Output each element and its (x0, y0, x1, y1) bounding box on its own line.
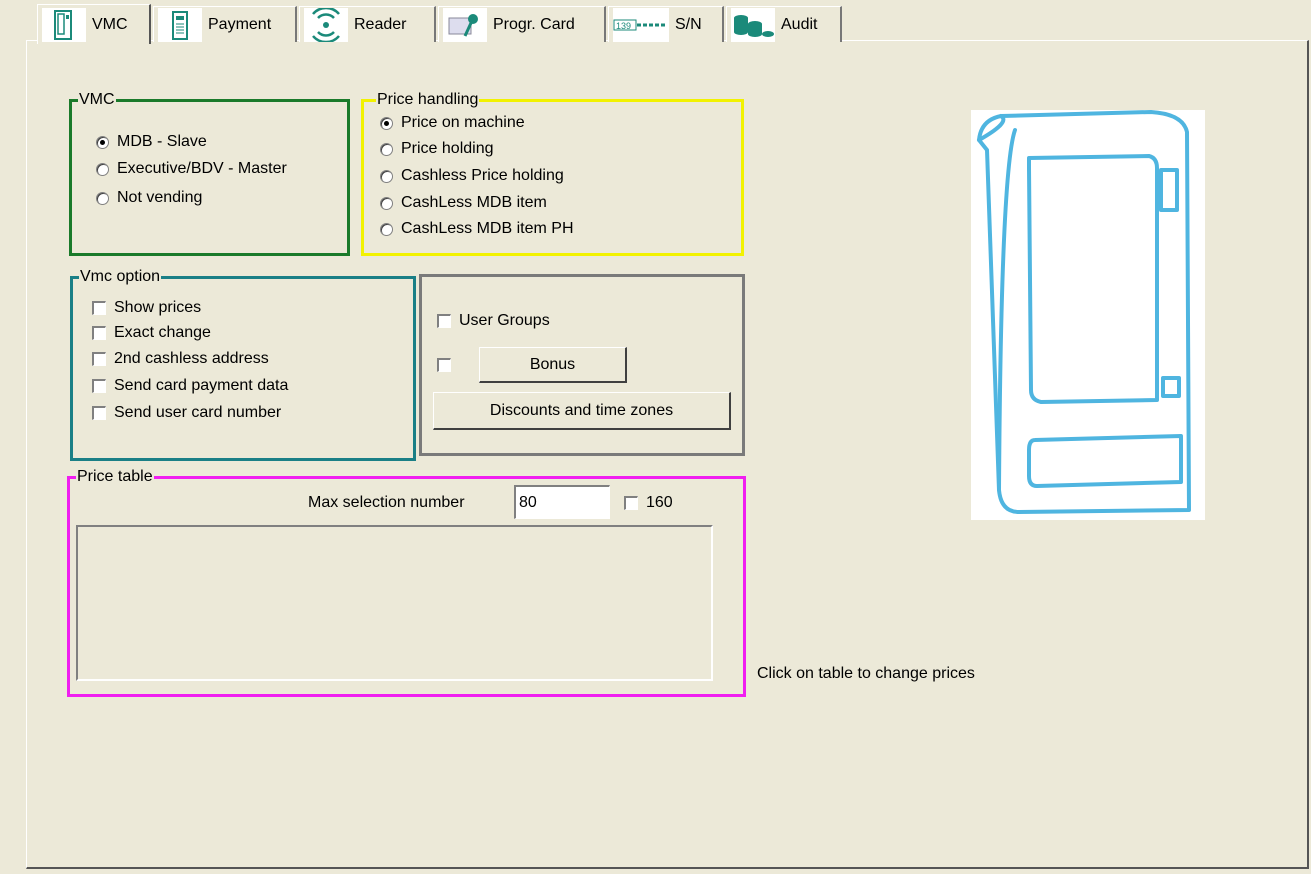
checkbox-send-user-card-number[interactable]: Send user card number (92, 404, 281, 422)
max-selection-input[interactable] (514, 485, 610, 519)
checkbox-label: 160 (646, 494, 673, 511)
radio-label: Executive/BDV - Master (117, 160, 287, 177)
price-table-hint: Click on table to change prices (757, 665, 975, 682)
tab-sn[interactable]: 139 S/N (608, 6, 724, 42)
price-table-title: Price table (76, 468, 154, 486)
radio-label: Not vending (117, 189, 203, 206)
radio-label: Price holding (401, 140, 494, 157)
radio-button[interactable] (96, 135, 109, 149)
serial-tape-icon: 139 (613, 7, 669, 42)
checkbox-bonus-enable[interactable] (437, 358, 451, 372)
radio-label: MDB - Slave (117, 133, 207, 150)
checkbox[interactable] (92, 352, 106, 366)
checkbox-exact-change[interactable]: Exact change (92, 324, 211, 342)
checkbox-send-card-payment-data[interactable]: Send card payment data (92, 377, 288, 395)
checkbox-label: Exact change (114, 324, 211, 341)
vending-machine-illustration (971, 110, 1205, 520)
checkbox-label: 2nd cashless address (114, 350, 269, 367)
radio-price-holding[interactable]: Price holding (380, 140, 494, 158)
checkbox[interactable] (92, 379, 106, 393)
checkbox[interactable] (437, 314, 451, 328)
tab-audit[interactable]: Audit (726, 6, 842, 42)
radio-cashless-price-holding[interactable]: Cashless Price holding (380, 167, 564, 185)
checkbox[interactable] (624, 496, 638, 510)
radio-button[interactable] (380, 169, 393, 183)
radio-not-vending[interactable]: Not vending (96, 189, 202, 207)
tab-vmc[interactable]: VMC (37, 4, 151, 44)
tab-progr-card-label: Progr. Card (493, 15, 575, 33)
price-table-grid[interactable] (76, 525, 713, 681)
coins-stack-icon (731, 7, 775, 42)
bonus-button[interactable]: Bonus (479, 347, 627, 383)
vending-machine-icon (42, 7, 86, 42)
vmc-option-title: Vmc option (79, 268, 162, 286)
contactless-icon (304, 7, 348, 42)
checkbox-160[interactable]: 160 (624, 494, 673, 512)
checkbox-user-groups[interactable]: User Groups (437, 312, 550, 330)
radio-button[interactable] (96, 162, 109, 176)
tab-payment[interactable]: Payment (153, 6, 297, 42)
checkbox-label: User Groups (459, 312, 550, 329)
radio-label: Cashless Price holding (401, 167, 564, 184)
discounts-and-time-zones-button[interactable]: Discounts and time zones (433, 392, 731, 430)
svg-text:139: 139 (616, 21, 631, 31)
checkbox-2nd-cashless-address[interactable]: 2nd cashless address (92, 350, 269, 368)
price-handling-title: Price handling (376, 91, 480, 109)
checkbox[interactable] (92, 406, 106, 420)
radio-cashless-mdb-item[interactable]: CashLess MDB item (380, 194, 547, 212)
radio-cashless-mdb-item-ph[interactable]: CashLess MDB item PH (380, 220, 574, 238)
radio-button[interactable] (380, 196, 393, 210)
radio-label: Price on machine (401, 114, 525, 131)
coin-changer-icon (158, 7, 202, 42)
radio-price-on-machine[interactable]: Price on machine (380, 114, 525, 132)
checkbox[interactable] (92, 326, 106, 340)
checkbox-show-prices[interactable]: Show prices (92, 299, 201, 317)
tab-audit-label: Audit (781, 15, 818, 33)
tab-sn-label: S/N (675, 15, 702, 33)
tab-progr-card[interactable]: Progr. Card (438, 6, 606, 42)
tab-vmc-label: VMC (92, 15, 128, 33)
tab-payment-label: Payment (208, 15, 272, 33)
checkbox[interactable] (437, 358, 451, 372)
radio-button[interactable] (380, 222, 393, 236)
vmc-group-title: VMC (78, 91, 116, 109)
radio-button[interactable] (380, 142, 393, 156)
tab-reader-label: Reader (354, 15, 407, 33)
checkbox-label: Show prices (114, 299, 202, 316)
radio-mdb-slave[interactable]: MDB - Slave (96, 133, 207, 151)
radio-label: CashLess MDB item PH (401, 220, 574, 237)
radio-button[interactable] (96, 191, 109, 205)
radio-label: CashLess MDB item (401, 194, 547, 211)
radio-executive-bdv-master[interactable]: Executive/BDV - Master (96, 160, 287, 178)
tab-reader[interactable]: Reader (299, 6, 436, 42)
max-selection-label: Max selection number (308, 494, 465, 511)
card-key-icon (443, 7, 487, 42)
checkbox[interactable] (92, 301, 106, 315)
checkbox-label: Send card payment data (114, 377, 289, 394)
checkbox-label: Send user card number (114, 404, 282, 421)
radio-button[interactable] (380, 116, 393, 130)
